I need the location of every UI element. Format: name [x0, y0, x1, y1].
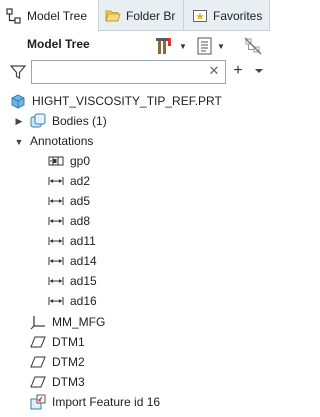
tab-label: Folder Br [126, 8, 176, 23]
tree-item-label: ad14 [70, 254, 97, 268]
tree-item-label: DTM1 [52, 335, 85, 349]
bodies-icon [30, 113, 46, 129]
favorites-icon [193, 9, 207, 22]
part-icon [10, 93, 26, 109]
tree-item-label: Annotations [30, 134, 94, 148]
datum-plane-icon [30, 354, 46, 370]
collapse-icon[interactable]: ▼ [14, 137, 24, 147]
coordinate-system-icon [30, 314, 46, 330]
tree-item-annotation[interactable]: ad16 [48, 291, 97, 311]
tree-item-import-feature[interactable]: Import Feature id 16 [30, 392, 160, 412]
dimension-icon [48, 233, 64, 249]
tree-item-label: gp0 [70, 154, 91, 168]
tree-item-annotation[interactable]: ad2 [48, 171, 90, 191]
dimension-icon [48, 293, 64, 309]
show-hidden-button[interactable] [243, 33, 263, 59]
settings-icon [197, 37, 212, 55]
dimension-icon [48, 273, 64, 289]
expand-icon[interactable]: ▶ [14, 116, 24, 126]
tree-item-bodies[interactable]: Bodies (1) [30, 111, 107, 131]
tree-item-label: DTM2 [52, 355, 85, 369]
tab-folder-browser[interactable]: Folder Br [99, 0, 184, 31]
folder-icon [105, 10, 121, 21]
tree-item-label: ad8 [70, 214, 91, 228]
datum-target-icon [48, 153, 64, 169]
tree-item-annotation[interactable]: ad8 [48, 211, 90, 231]
import-feature-icon [30, 394, 46, 410]
tab-favorites[interactable]: Favorites [186, 0, 270, 31]
tree-item-annotation[interactable]: ad11 [48, 231, 96, 251]
tree-settings-button[interactable]: ▼ [195, 33, 225, 59]
tree-item-label: HIGHT_VISCOSITY_TIP_REF.PRT [32, 94, 222, 108]
tree-item-label: MM_MFG [52, 315, 106, 329]
tree-item-annotation[interactable]: gp0 [48, 151, 90, 171]
filter-icon[interactable] [10, 64, 26, 80]
tree-item-label: DTM3 [52, 375, 85, 389]
tree-item-label: ad11 [70, 234, 96, 248]
dimension-icon [48, 213, 64, 229]
tree-item-csys[interactable]: MM_MFG [30, 312, 105, 332]
tree-item-datum-plane[interactable]: DTM1 [30, 332, 85, 352]
tree-item-annotation[interactable]: ad5 [48, 191, 90, 211]
more-options-icon[interactable] [252, 62, 266, 80]
tab-bar: Model Tree Folder Br Favorites [0, 0, 270, 32]
tree-item-label: Import Feature id 16 [52, 395, 161, 409]
dimension-icon [48, 253, 64, 269]
tree-item-label: ad16 [70, 294, 97, 308]
tab-label: Model Tree [27, 9, 88, 23]
tab-model-tree[interactable]: Model Tree [0, 0, 99, 32]
panel-title: Model Tree [27, 37, 90, 51]
tree-item-label: Bodies (1) [52, 114, 107, 128]
clear-search-icon[interactable]: ✕ [207, 63, 221, 79]
chevron-down-icon: ▼ [217, 41, 225, 51]
dimension-icon [48, 173, 64, 189]
dimension-icon [48, 193, 64, 209]
tree-item-label: ad15 [70, 274, 97, 288]
tree-tools-button[interactable]: ▼ [155, 33, 187, 59]
tree-item-datum-plane[interactable]: DTM3 [30, 372, 85, 392]
search-input[interactable] [31, 60, 226, 84]
add-filter-button[interactable]: + [231, 60, 245, 82]
datum-plane-icon [30, 334, 46, 350]
tree-item-annotation[interactable]: ad14 [48, 251, 97, 271]
tools-icon [156, 38, 171, 54]
chevron-down-icon: ▼ [179, 41, 187, 51]
tree-item-datum-plane[interactable]: DTM2 [30, 352, 85, 372]
tab-label: Favorites [213, 8, 263, 23]
tree-item-annotations[interactable]: Annotations [30, 131, 93, 151]
hidden-items-icon [244, 37, 262, 55]
tree-item-label: ad2 [70, 174, 91, 188]
tree-item-label: ad5 [70, 194, 91, 208]
tree-item-annotation[interactable]: ad15 [48, 271, 97, 291]
datum-plane-icon [30, 374, 46, 390]
model-tree-icon [6, 8, 21, 24]
tree-root[interactable]: HIGHT_VISCOSITY_TIP_REF.PRT [10, 91, 222, 111]
